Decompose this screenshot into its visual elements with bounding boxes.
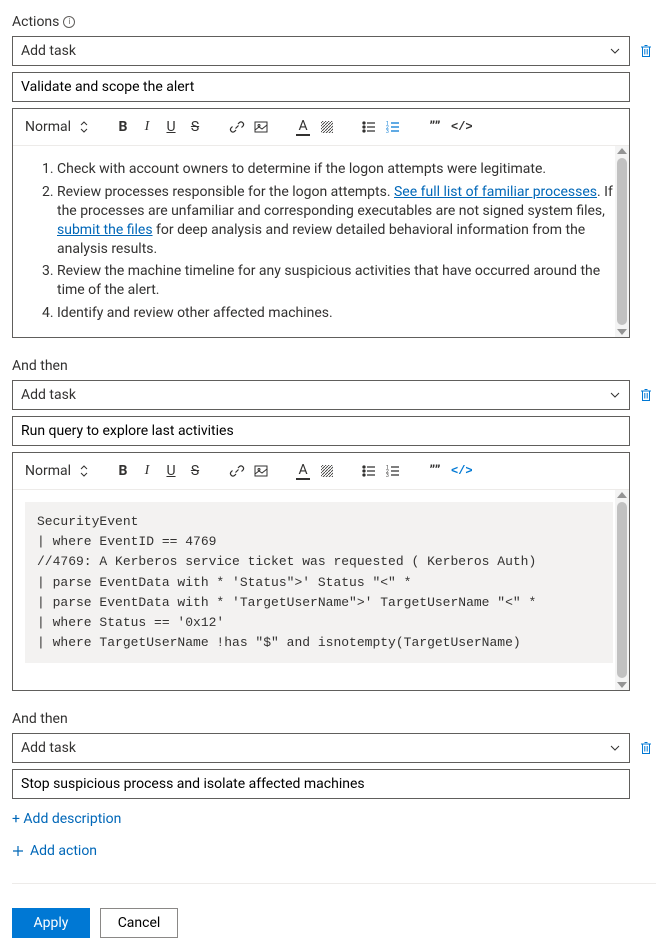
format-select[interactable]: Normal — [19, 115, 93, 139]
scroll-down-icon[interactable] — [617, 329, 627, 335]
italic-button[interactable]: I — [135, 115, 159, 139]
format-select-label: Normal — [23, 119, 73, 135]
highlight-button[interactable] — [315, 459, 339, 483]
list-item: Identify and review other affected machi… — [57, 304, 613, 323]
action-title-input[interactable] — [12, 416, 630, 446]
bulleted-list-button[interactable] — [357, 115, 381, 139]
code-button[interactable]: </> — [447, 459, 477, 483]
list-item: Check with account owners to determine i… — [57, 160, 613, 179]
familiar-processes-link[interactable]: See full list of familiar processes — [394, 184, 597, 200]
apply-button[interactable]: Apply — [12, 908, 90, 938]
and-then-label: And then — [12, 711, 656, 727]
chevron-down-icon — [609, 45, 621, 57]
image-button[interactable] — [249, 115, 273, 139]
bold-button[interactable]: B — [111, 115, 135, 139]
code-button[interactable]: </> — [447, 115, 477, 139]
text-color-button[interactable]: A — [291, 459, 315, 483]
scroll-up-icon[interactable] — [617, 492, 627, 498]
and-then-label: And then — [12, 358, 656, 374]
underline-button[interactable]: U — [159, 115, 183, 139]
action-type-select[interactable]: Add task — [12, 380, 630, 410]
scroll-up-icon[interactable] — [617, 148, 627, 154]
editor-toolbar: Normal B I U S A — [13, 109, 629, 146]
divider — [12, 883, 656, 884]
image-button[interactable] — [249, 459, 273, 483]
highlight-button[interactable] — [315, 115, 339, 139]
scroll-thumb[interactable] — [617, 158, 627, 325]
editor-content[interactable]: Check with account owners to determine i… — [13, 146, 629, 337]
add-description-link[interactable]: + Add description — [12, 811, 121, 827]
link-button[interactable] — [225, 459, 249, 483]
delete-action-button[interactable] — [636, 36, 656, 66]
bulleted-list-button[interactable] — [357, 459, 381, 483]
svg-text:3: 3 — [386, 129, 389, 135]
action-type-select[interactable]: Add task — [12, 733, 630, 763]
text-color-button[interactable]: A — [291, 115, 315, 139]
delete-action-button[interactable] — [636, 733, 656, 763]
action-type-value: Add task — [21, 43, 76, 59]
delete-action-button[interactable] — [636, 380, 656, 410]
strike-button[interactable]: S — [183, 459, 207, 483]
action-title-input[interactable] — [12, 769, 630, 799]
cancel-button[interactable]: Cancel — [100, 908, 178, 938]
chevron-down-icon — [609, 742, 621, 754]
rich-text-editor: Normal B I U S A — [12, 452, 630, 691]
info-icon[interactable]: i — [63, 16, 75, 28]
editor-content[interactable]: SecurityEvent | where EventID == 4769 //… — [13, 490, 629, 690]
submit-files-link[interactable]: submit the files — [57, 222, 153, 238]
editor-toolbar: Normal B I U S A — [13, 453, 629, 490]
add-action-label: Add action — [30, 843, 97, 859]
actions-title: Actions — [12, 14, 59, 30]
underline-button[interactable]: U — [159, 459, 183, 483]
strike-button[interactable]: S — [183, 115, 207, 139]
scrollbar[interactable] — [615, 146, 629, 337]
footer-buttons: Apply Cancel — [12, 908, 656, 938]
bold-button[interactable]: B — [111, 459, 135, 483]
scrollbar[interactable] — [615, 490, 629, 690]
chevron-down-icon — [609, 389, 621, 401]
code-block: SecurityEvent | where EventID == 4769 //… — [25, 502, 613, 663]
action-title-input[interactable] — [12, 72, 630, 102]
steps-list: Check with account owners to determine i… — [57, 160, 613, 323]
format-select-label: Normal — [23, 463, 73, 479]
italic-button[interactable]: I — [135, 459, 159, 483]
quote-button[interactable]: ”” — [423, 459, 447, 483]
actions-header: Actions i — [12, 14, 656, 30]
action-type-value: Add task — [21, 740, 76, 756]
format-select[interactable]: Normal — [19, 459, 93, 483]
action-type-value: Add task — [21, 387, 76, 403]
svg-text:3: 3 — [386, 473, 389, 479]
scroll-down-icon[interactable] — [617, 682, 627, 688]
rich-text-editor: Normal B I U S A — [12, 108, 630, 338]
list-item: Review the machine timeline for any susp… — [57, 262, 613, 300]
scroll-thumb[interactable] — [617, 502, 627, 678]
list-item: Review processes responsible for the log… — [57, 183, 613, 259]
numbered-list-button[interactable]: 123 — [381, 115, 405, 139]
add-action-button[interactable]: Add action — [12, 843, 97, 859]
numbered-list-button[interactable]: 123 — [381, 459, 405, 483]
quote-button[interactable]: ”” — [423, 115, 447, 139]
action-type-select[interactable]: Add task — [12, 36, 630, 66]
link-button[interactable] — [225, 115, 249, 139]
